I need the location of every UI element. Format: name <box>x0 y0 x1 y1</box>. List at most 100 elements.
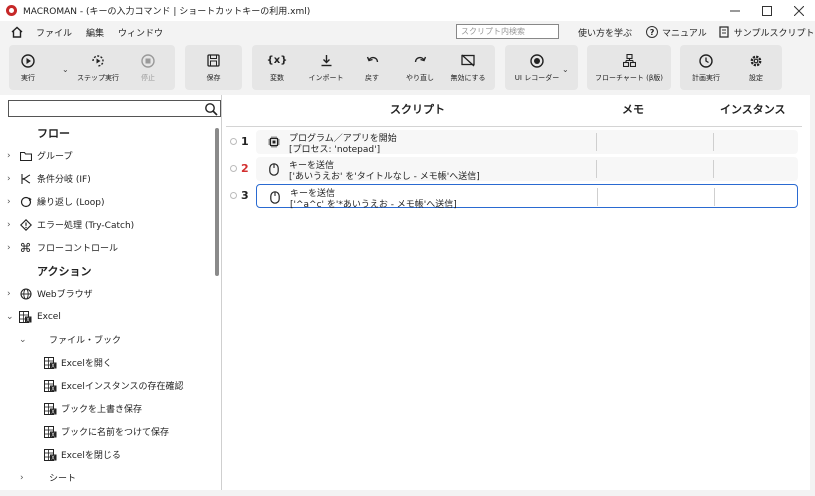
svg-text:X: X <box>51 409 55 414</box>
chevron-right-icon[interactable]: › <box>7 197 11 207</box>
step-card[interactable]: キーを送信 ['^a^c' を'*あいうえお - メモ帳'へ送信] <box>256 184 798 210</box>
column-header-instance[interactable]: インスタンス <box>720 95 786 123</box>
breakpoint-toggle[interactable] <box>230 165 237 172</box>
step-card[interactable]: プログラム／アプリを開始 [プロセス: 'notepad'] <box>256 130 798 155</box>
mouse-icon <box>269 190 281 204</box>
save-group: 保存 <box>185 45 242 90</box>
disable-button[interactable]: 無効にする <box>446 45 490 90</box>
home-button[interactable] <box>10 25 24 39</box>
tree-item-web-browser[interactable]: › Webブラウザ <box>0 282 214 305</box>
action-tree: フロー › グループ › 条件分岐 (IF) › 繰り返し (Loop) › エ… <box>0 121 214 489</box>
undo-button[interactable]: 戻す <box>356 45 388 90</box>
flowchart-button[interactable]: フローチャート (β版) <box>587 45 671 90</box>
variables-button[interactable]: {x} 変数 <box>258 45 296 90</box>
column-header-memo[interactable]: メモ <box>622 95 644 123</box>
row-number: 2 <box>241 162 249 175</box>
tree-item-loop[interactable]: › 繰り返し (Loop) <box>0 190 214 213</box>
save-label: 保存 <box>206 73 221 82</box>
tree-item-label: ファイル・ブック <box>49 336 122 346</box>
chevron-right-icon[interactable]: › <box>7 151 11 161</box>
tree-item-overwrite-save[interactable]: X ブックを上書き保存 <box>0 397 214 420</box>
script-row-selected[interactable]: 3 キーを送信 ['^a^c' を'*あいうえお - メモ帳'へ送信] <box>222 184 810 210</box>
menu-edit[interactable]: 編集 <box>86 26 104 39</box>
chevron-down-icon[interactable]: ⌄ <box>6 312 14 322</box>
tree-item-label: Excel <box>37 311 61 322</box>
run-dropdown-icon[interactable]: ⌄ <box>62 65 69 74</box>
chevron-down-icon[interactable]: ⌄ <box>19 335 27 345</box>
undo-icon <box>364 53 380 69</box>
minimize-icon <box>730 10 740 11</box>
tree-item-check-instance[interactable]: X Excelインスタンスの存在確認 <box>0 374 214 397</box>
action-search-input[interactable] <box>8 100 221 117</box>
manual-link[interactable]: ? マニュアル <box>646 26 707 39</box>
svg-text:X: X <box>51 386 55 391</box>
learn-link[interactable]: 使い方を学ぶ <box>578 26 632 39</box>
tree-item-open-excel[interactable]: X Excelを開く <box>0 351 214 374</box>
column-header-script[interactable]: スクリプト <box>390 95 445 123</box>
help-links: 使い方を学ぶ ? マニュアル サンプルスクリプト <box>578 21 814 43</box>
tree-item-sheet[interactable]: › シート <box>0 466 214 489</box>
excel-icon: X <box>44 379 57 392</box>
ui-recorder-button[interactable]: UI レコーダー <box>507 45 567 90</box>
tree-item-label: エラー処理 (Try-Catch) <box>37 221 135 231</box>
redo-label: やり直し <box>406 73 434 82</box>
script-row[interactable]: 2 キーを送信 ['あいうえお' を'タイトルなし - メモ帳'へ送信] <box>222 157 810 182</box>
script-search-input[interactable]: スクリプト内検索 <box>456 24 559 39</box>
window-bottom-edge <box>0 490 815 496</box>
chevron-right-icon[interactable]: › <box>7 220 11 230</box>
run-button[interactable]: 実行 <box>13 45 43 90</box>
tree-item-label: Excelを閉じる <box>61 451 121 461</box>
tree-item-save-as[interactable]: X ブックに名前をつけて保存 <box>0 420 214 443</box>
app-logo-icon <box>6 5 17 16</box>
tree-item-excel[interactable]: ⌄ X Excel <box>0 305 214 328</box>
ui-recorder-label: UI レコーダー <box>514 73 560 82</box>
settings-button[interactable]: 設定 <box>736 45 776 90</box>
samples-label: サンプルスクリプト <box>733 28 815 39</box>
close-icon <box>794 5 804 16</box>
excel-icon: X <box>19 310 32 323</box>
step-run-button[interactable]: ステップ実行 <box>75 45 121 90</box>
samples-link[interactable]: サンプルスクリプト <box>719 26 815 39</box>
column-divider <box>597 188 598 206</box>
tree-item-group[interactable]: › グループ <box>0 144 214 167</box>
breakpoint-toggle[interactable] <box>230 192 237 199</box>
row-number: 3 <box>241 189 249 202</box>
stop-button[interactable]: 停止 <box>133 45 163 90</box>
redo-icon <box>412 53 428 69</box>
menu-bar: ファイル 編集 ウィンドウ スクリプト内検索 使い方を学ぶ ? マニュアル サン… <box>0 21 815 43</box>
run-group: 実行 ⌄ ステップ実行 停止 <box>9 45 175 90</box>
chevron-right-icon[interactable]: › <box>7 243 11 253</box>
settings-label: 設定 <box>749 73 763 82</box>
flowchart-label: フローチャート (β版) <box>594 73 664 82</box>
scheduled-run-button[interactable]: 計画実行 <box>683 45 729 90</box>
chip-icon <box>268 135 280 149</box>
gear-icon <box>748 53 764 69</box>
close-button[interactable] <box>783 0 815 21</box>
tree-item-try-catch[interactable]: › エラー処理 (Try-Catch) <box>0 213 214 236</box>
chevron-right-icon[interactable]: › <box>7 289 11 299</box>
chevron-right-icon[interactable]: › <box>20 473 24 483</box>
chevron-right-icon[interactable]: › <box>7 174 11 184</box>
minimize-button[interactable] <box>719 0 751 21</box>
tree-item-if[interactable]: › 条件分岐 (IF) <box>0 167 214 190</box>
save-button[interactable]: 保存 <box>185 45 242 90</box>
search-icon[interactable] <box>204 102 218 116</box>
tree-item-flow-control[interactable]: › ⌘ フローコントロール <box>0 236 214 259</box>
menu-file[interactable]: ファイル <box>36 26 72 39</box>
svg-text:X: X <box>51 432 55 437</box>
tree-item-close-excel[interactable]: X Excelを閉じる <box>0 443 214 466</box>
breakpoint-toggle[interactable] <box>230 138 237 145</box>
import-button[interactable]: インポート <box>304 45 348 90</box>
tree-item-file-book[interactable]: ⌄ ファイル・ブック <box>0 328 214 351</box>
stop-label: 停止 <box>141 73 155 82</box>
redo-button[interactable]: やり直し <box>400 45 440 90</box>
script-row[interactable]: 1 プログラム／アプリを開始 [プロセス: 'notepad'] <box>222 130 810 155</box>
menu-window[interactable]: ウィンドウ <box>118 26 163 39</box>
svg-text:X: X <box>26 317 30 322</box>
step-card[interactable]: キーを送信 ['あいうえお' を'タイトルなし - メモ帳'へ送信] <box>256 157 798 182</box>
excel-icon: X <box>44 425 57 438</box>
recorder-dropdown-icon[interactable]: ⌄ <box>562 65 569 74</box>
section-flow: フロー <box>37 126 70 140</box>
maximize-button[interactable] <box>751 0 783 21</box>
palette-scrollbar[interactable] <box>215 128 219 276</box>
